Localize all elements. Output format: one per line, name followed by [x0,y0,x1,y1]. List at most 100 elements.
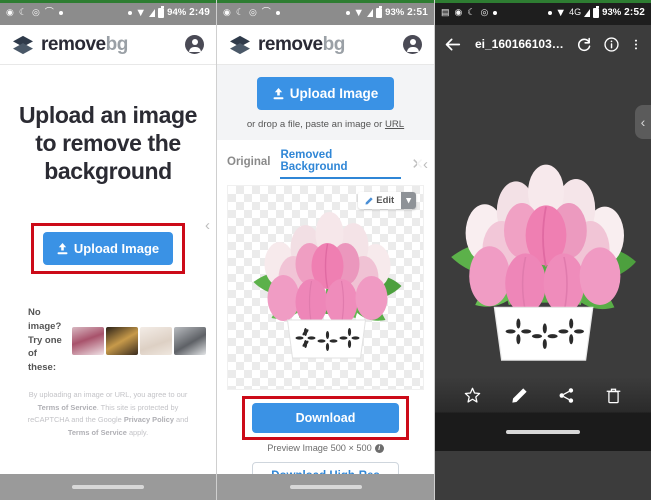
fine-print-part-4: apply. [126,427,149,437]
preview-size-label: Preview Image 500 × 500 [267,443,372,453]
logo-wordmark: removebg [41,34,128,56]
tulip-bouquet-image [451,164,636,361]
logo-text-remove: remove [258,33,323,55]
dot-icon [128,10,133,15]
back-arrow-icon[interactable] [444,36,461,53]
cap-icon: ⌒ [261,7,271,17]
nav-home-pill[interactable] [506,430,580,434]
edit-button-label: Edit [376,195,395,206]
account-icon[interactable] [403,35,422,54]
annotation-box-download: Download [241,396,410,440]
delete-trash-icon[interactable] [605,387,622,404]
logo-text-bg: bg [105,33,129,55]
fine-print-part-1: By uploading an image or URL, you agree … [28,389,188,399]
dot-icon [275,10,280,15]
three-panel-screenshot-strip: ◉ ☾ ◎ ⌒ ▼ 94% 2:49 removebg ‹ Upload an … [0,0,652,500]
battery-icon [593,5,600,18]
dot-icon [548,10,553,15]
upload-icon [273,87,284,99]
panel1-body: ‹ Upload an image to remove the backgrou… [0,65,216,500]
star-icon[interactable] [464,387,481,404]
pencil-icon [365,196,373,205]
download-button[interactable]: Download [251,403,400,433]
dot-icon [493,10,498,15]
viewer-bottom-bar [435,377,651,451]
clock-icon: ◉ [454,7,463,17]
upload-button-label: Upload Image [289,86,379,101]
rotate-icon[interactable] [576,36,593,53]
sample-thumb-woman[interactable] [72,326,104,355]
logo-text-bg: bg [322,33,346,55]
carousel-prev-chevron-icon[interactable]: ‹ [417,144,434,184]
upload-button-annotated: Upload Image [10,223,206,275]
removebg-logo-icon [13,35,33,54]
sample-line-2: Try one of these: [28,334,62,374]
upload-image-button[interactable]: Upload Image [256,77,395,110]
tulip-bouquet-image [253,212,401,359]
android-nav-bar-panel1 [0,474,216,500]
wifi-icon: ▼ [135,6,147,19]
tab-removed-background[interactable]: Removed Background [280,149,402,179]
transparent-preview-canvas: Edit ▾ [227,185,424,390]
account-icon[interactable] [185,35,204,54]
screenshot-icon: ◎ [31,7,40,17]
clock-icon: ◉ [223,7,231,17]
battery-icon [158,5,165,18]
sample-thumb-car[interactable] [174,326,206,355]
status-bar-panel1: ◉ ☾ ◎ ⌒ ▼ 94% 2:49 [0,0,216,25]
terms-of-service-link[interactable]: Terms of Service [38,403,97,412]
file-name-title: ei_160166103… [475,37,564,51]
drop-hint-text: or drop a file, paste an image or URL [217,119,434,130]
next-image-chevron-icon[interactable]: ‹ [635,105,651,139]
battery-icon [376,5,383,18]
clock-time: 2:52 [624,7,645,18]
preview-canvas-wrap: Edit ▾ [217,179,434,390]
panel-removebg-home: ◉ ☾ ◎ ⌒ ▼ 94% 2:49 removebg ‹ Upload an … [0,0,217,500]
image-viewer-stage[interactable]: ‹ [435,63,651,451]
annotation-box-upload: Upload Image [30,223,186,275]
terms-of-service-link-2[interactable]: Terms of Service [68,428,127,437]
share-icon[interactable] [558,387,575,404]
battery-percent: 93% [602,7,622,18]
wifi-icon: ▼ [353,6,365,19]
upload-bar-section: Upload Image or drop a file, paste an im… [217,65,434,140]
chevron-down-icon[interactable]: ▾ [401,192,416,209]
image-saved-icon: ▤ [441,7,450,17]
moon-icon: ☾ [235,7,244,17]
sample-images-section: No image? Try one of these: [10,306,206,375]
panel-gallery-viewer: ▤ ◉ ☾ ◎ ▼ 4G 93% 2:52 ei_160166103… ‹ [435,0,651,500]
url-link[interactable]: URL [385,119,404,130]
result-tabs: Original Removed Background ✕ [217,140,434,179]
logo-wordmark: removebg [258,34,345,56]
legal-fine-print: By uploading an image or URL, you agree … [10,389,206,439]
preview-meta-line: Preview Image 500 × 500 i [217,443,434,453]
tab-original[interactable]: Original [227,156,270,172]
info-icon[interactable]: i [374,443,384,453]
signal-icon [584,8,591,17]
drop-hint-prefix: or drop a file, paste an image or [246,119,385,130]
upload-image-button[interactable]: Upload Image [42,232,174,266]
nav-home-pill[interactable] [72,485,144,489]
page-title: Upload an image to remove the background [18,102,198,185]
status-icons-left: ◉ ☾ ◎ ⌒ [6,8,128,17]
info-icon[interactable] [603,36,620,53]
cap-icon: ⌒ [44,7,54,17]
nav-home-pill[interactable] [289,485,362,489]
green-progress-line [435,0,651,3]
sample-thumb-product[interactable] [140,326,172,355]
green-progress-line [0,0,216,3]
fine-print-part-3: and [173,415,189,425]
network-type-label: 4G [569,7,582,17]
battery-percent: 93% [385,7,405,18]
sample-thumb-dog[interactable] [106,326,138,355]
edit-button[interactable]: Edit [358,192,402,209]
battery-percent: 94% [167,7,187,18]
moon-icon: ☾ [467,7,476,17]
status-icons-right: ▼ 94% 2:49 [128,5,210,19]
privacy-policy-link[interactable]: Privacy Policy [124,415,174,424]
edit-button-group[interactable]: Edit ▾ [358,192,416,209]
carousel-prev-chevron-icon[interactable]: ‹ [199,205,216,245]
edit-pencil-icon[interactable] [511,387,528,404]
overflow-menu-icon[interactable] [630,36,642,53]
upload-icon [57,242,68,254]
